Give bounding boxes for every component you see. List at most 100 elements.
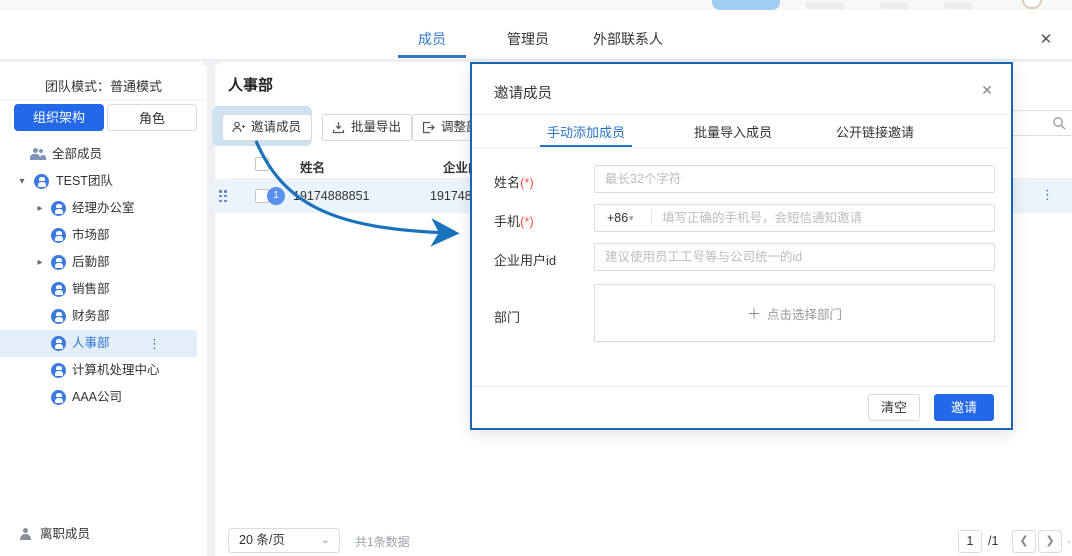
sidebar-item-resigned-members[interactable]: 离职成员: [0, 519, 207, 549]
resigned-person-icon: [20, 528, 31, 540]
background-remnant-pill: [712, 0, 780, 10]
caret-right-icon[interactable]: ▸: [34, 195, 46, 222]
sidebar-item-aaa-company[interactable]: AAA公司: [0, 384, 197, 411]
next-page-button[interactable]: ❯: [1038, 530, 1062, 553]
page-size-select[interactable]: 20 条/页 ⌄: [228, 528, 340, 553]
sidebar-item-test-team[interactable]: ▾ TEST团队: [0, 168, 197, 195]
cut-off-element: -: [1067, 534, 1071, 548]
background-window-strip: [0, 0, 1072, 10]
invite-member-button[interactable]: 邀请成员: [222, 114, 312, 141]
members-group-icon: [30, 148, 46, 161]
page-size-value: 20 条/页: [239, 533, 285, 547]
department-icon: [51, 363, 66, 378]
invite-submit-button[interactable]: 邀请: [934, 394, 994, 421]
department-icon: [51, 390, 66, 405]
tree-item-label: 全部成员: [52, 141, 102, 168]
name-input[interactable]: [594, 165, 995, 193]
sidebar-item-finance[interactable]: 财务部: [0, 303, 197, 330]
page-title: 人事部: [228, 74, 273, 95]
user-id-input[interactable]: [594, 243, 995, 271]
country-code-caret-icon[interactable]: ▾: [629, 205, 634, 231]
drag-handle[interactable]: [219, 190, 227, 203]
prev-page-button[interactable]: ❮: [1012, 530, 1036, 553]
department-field-label: 部门: [494, 307, 520, 326]
modal-tab-batch-import[interactable]: 批量导入成员: [688, 122, 778, 148]
tree-item-label: 财务部: [72, 303, 110, 330]
divider: [472, 386, 1011, 387]
modal-title: 邀请成员: [494, 82, 552, 103]
more-vertical-icon[interactable]: ⋮: [148, 330, 161, 357]
tree-item-label: 后勤部: [72, 249, 110, 276]
background-remnant-avatar: [1022, 0, 1042, 9]
batch-export-button[interactable]: 批量导出: [322, 114, 412, 141]
department-icon: [51, 201, 66, 216]
department-icon: [51, 336, 66, 351]
select-all-checkbox[interactable]: [255, 157, 269, 171]
department-icon: [34, 174, 49, 189]
cell-name: 19174888851: [293, 189, 369, 203]
select-department-button[interactable]: ＋ 点击选择部门: [594, 284, 995, 342]
department-icon: [51, 255, 66, 270]
invite-member-modal: 邀请成员 ✕ 手动添加成员 批量导入成员 公开链接邀请 姓名(*) 手机(*) …: [470, 62, 1013, 430]
sidebar-item-hr[interactable]: 人事部 ⋮: [0, 330, 197, 357]
sidebar-item-marketing[interactable]: 市场部: [0, 222, 197, 249]
top-tab-bar: 成员 管理员 外部联系人 ✕: [0, 10, 1072, 60]
phone-input[interactable]: [652, 205, 992, 231]
sidebar-item-sales[interactable]: 销售部: [0, 276, 197, 303]
divider: [0, 100, 207, 101]
column-header-name: 姓名: [300, 157, 325, 176]
tree-item-label: TEST团队: [56, 168, 113, 195]
tree-item-label: 经理办公室: [72, 195, 135, 222]
role-button[interactable]: 角色: [107, 104, 197, 131]
modal-tab-public-link[interactable]: 公开链接邀请: [832, 122, 918, 148]
team-mode-label: 团队模式：普通模式: [0, 76, 207, 95]
row-more-vertical-icon[interactable]: ⋮: [1041, 187, 1054, 203]
total-pages-label: /1: [988, 534, 998, 548]
resigned-label: 离职成员: [40, 519, 90, 549]
tree-item-label: 人事部: [72, 330, 110, 357]
caret-down-icon[interactable]: ▾: [16, 168, 28, 195]
sidebar-item-logistics[interactable]: ▸ 后勤部: [0, 249, 197, 276]
select-department-label: 点击选择部门: [767, 308, 842, 322]
org-structure-button[interactable]: 组织架构: [14, 104, 104, 131]
required-marker: (*): [520, 214, 534, 229]
required-marker: (*): [520, 175, 534, 190]
close-icon[interactable]: ✕: [1036, 30, 1056, 50]
invite-member-label: 邀请成员: [251, 120, 301, 134]
move-out-icon: [422, 121, 435, 134]
sidebar: 团队模式：普通模式 组织架构 角色 全部成员 ▾ TEST团队 ▸ 经理办公室 …: [0, 62, 207, 556]
person-add-icon: [232, 121, 245, 134]
modal-close-icon[interactable]: ✕: [978, 81, 996, 99]
tree-item-label: 计算机处理中心: [72, 357, 160, 384]
background-remnant-bar: [944, 2, 972, 9]
download-icon: [332, 121, 345, 134]
sidebar-item-all-members[interactable]: 全部成员: [0, 141, 197, 168]
chevron-down-icon: ⌄: [321, 529, 330, 552]
caret-right-icon[interactable]: ▸: [34, 249, 46, 276]
tree-item-label: 市场部: [72, 222, 110, 249]
tab-external-contacts[interactable]: 外部联系人: [592, 24, 664, 58]
plus-icon: ＋: [747, 306, 761, 322]
tab-members[interactable]: 成员: [398, 24, 466, 58]
current-page-input[interactable]: 1: [958, 530, 982, 553]
phone-field: +86 ▾: [594, 204, 995, 232]
divider: [472, 114, 1011, 115]
avatar: 1: [267, 187, 285, 205]
country-code-select[interactable]: +86: [607, 205, 628, 231]
tab-admins[interactable]: 管理员: [500, 24, 556, 58]
total-count-label: 共1条数据: [355, 533, 410, 550]
tree-item-label: 销售部: [72, 276, 110, 303]
phone-field-label: 手机(*): [494, 211, 534, 230]
background-remnant-bar: [806, 2, 844, 9]
user-id-field-label: 企业用户id: [494, 250, 556, 269]
modal-tab-manual-add[interactable]: 手动添加成员: [540, 122, 632, 148]
department-icon: [51, 282, 66, 297]
tree-item-label: AAA公司: [72, 384, 122, 411]
clear-button[interactable]: 清空: [868, 394, 920, 421]
divider: [472, 147, 1011, 148]
department-icon: [51, 228, 66, 243]
sidebar-item-computer-center[interactable]: 计算机处理中心: [0, 357, 197, 384]
search-icon: [1052, 116, 1066, 133]
batch-export-label: 批量导出: [351, 120, 401, 134]
sidebar-item-manager-office[interactable]: ▸ 经理办公室: [0, 195, 197, 222]
